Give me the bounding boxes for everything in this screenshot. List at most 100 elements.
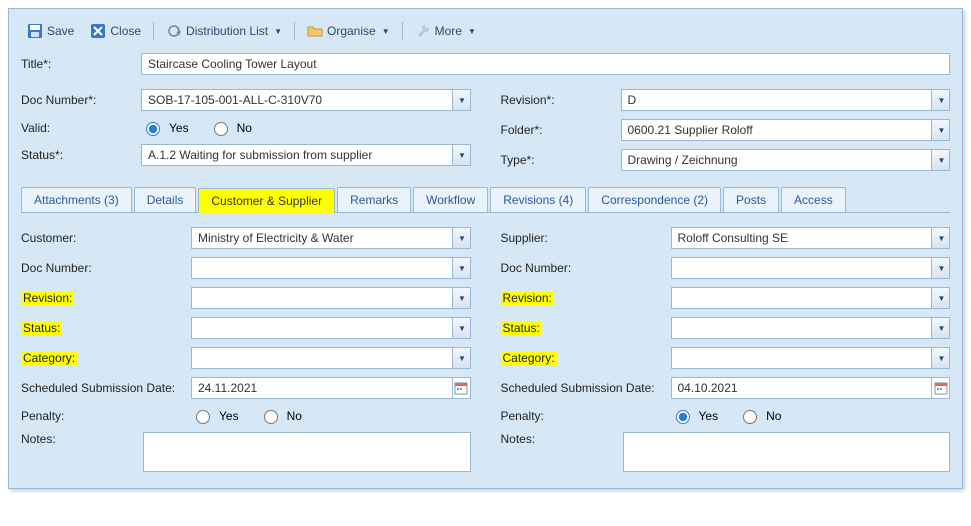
- doc-number-input[interactable]: [141, 89, 471, 111]
- supplier-status-input[interactable]: [671, 317, 951, 339]
- close-button[interactable]: Close: [84, 21, 147, 41]
- supplier-status-label: Status:: [501, 321, 671, 335]
- tab-workflow[interactable]: Workflow: [413, 187, 488, 212]
- status-label-top: Status*:: [21, 148, 141, 162]
- customer-docnum-input[interactable]: [191, 257, 471, 279]
- customer-sched-input[interactable]: [191, 377, 471, 399]
- supplier-penalty-yes-radio[interactable]: Yes: [671, 407, 719, 424]
- save-icon: [27, 23, 43, 39]
- supplier-docnum-input[interactable]: [671, 257, 951, 279]
- chevron-down-icon: ▼: [938, 294, 946, 303]
- tab-customer-supplier[interactable]: Customer & Supplier: [198, 188, 335, 213]
- tab-revisions[interactable]: Revisions (4): [490, 187, 586, 212]
- supplier-column: Supplier: ▼ Doc Number: ▼ Revision: ▼: [501, 223, 951, 476]
- main-panel: Save Close Distribution List ▼ Organise …: [8, 8, 963, 489]
- tab-remarks[interactable]: Remarks: [337, 187, 411, 212]
- chevron-down-icon: ▼: [458, 234, 466, 243]
- save-button[interactable]: Save: [21, 21, 80, 41]
- status-input-top[interactable]: [141, 144, 471, 166]
- docnum-label: Doc Number*:: [21, 93, 141, 107]
- chevron-down-icon: ▼: [458, 264, 466, 273]
- customer-category-dropdown[interactable]: ▼: [452, 348, 470, 368]
- supplier-penalty-label: Penalty:: [501, 409, 671, 423]
- distribution-icon: [166, 23, 182, 39]
- chevron-down-icon: ▼: [274, 27, 282, 36]
- customer-revision-input[interactable]: [191, 287, 471, 309]
- customer-dropdown[interactable]: ▼: [452, 228, 470, 248]
- tab-access[interactable]: Access: [781, 187, 846, 212]
- distribution-label: Distribution List: [186, 24, 268, 38]
- status-dropdown-top[interactable]: ▼: [452, 145, 470, 165]
- chevron-down-icon: ▼: [938, 156, 946, 165]
- customer-notes[interactable]: [143, 432, 470, 472]
- customer-status-dropdown[interactable]: ▼: [452, 318, 470, 338]
- chevron-down-icon: ▼: [938, 264, 946, 273]
- title-label: Title*:: [21, 57, 141, 71]
- customer-input[interactable]: [191, 227, 471, 249]
- tab-posts[interactable]: Posts: [723, 187, 779, 212]
- revision-dropdown-top[interactable]: ▼: [931, 90, 949, 110]
- customer-revision-dropdown[interactable]: ▼: [452, 288, 470, 308]
- valid-yes-radio[interactable]: Yes: [141, 119, 189, 136]
- wrench-icon: [415, 23, 431, 39]
- organise-label: Organise: [327, 24, 376, 38]
- supplier-revision-input[interactable]: [671, 287, 951, 309]
- chevron-down-icon: ▼: [458, 151, 466, 160]
- supplier-docnum-dropdown[interactable]: ▼: [931, 258, 949, 278]
- revision-input-top[interactable]: [621, 89, 951, 111]
- customer-docnum-label: Doc Number:: [21, 261, 191, 275]
- supplier-revision-dropdown[interactable]: ▼: [931, 288, 949, 308]
- chevron-down-icon: ▼: [458, 324, 466, 333]
- tab-details[interactable]: Details: [134, 187, 197, 212]
- customer-docnum-dropdown[interactable]: ▼: [452, 258, 470, 278]
- tab-bar: Attachments (3) Details Customer & Suppl…: [21, 187, 950, 213]
- chevron-down-icon: ▼: [938, 354, 946, 363]
- folder-input[interactable]: [621, 119, 951, 141]
- supplier-status-dropdown[interactable]: ▼: [931, 318, 949, 338]
- more-label: More: [435, 24, 462, 38]
- valid-label: Valid:: [21, 121, 141, 135]
- chevron-down-icon: ▼: [938, 234, 946, 243]
- toolbar: Save Close Distribution List ▼ Organise …: [21, 17, 950, 49]
- tab-attachments[interactable]: Attachments (3): [21, 187, 132, 212]
- type-input[interactable]: [621, 149, 951, 171]
- tab-correspondence[interactable]: Correspondence (2): [588, 187, 721, 212]
- supplier-input[interactable]: [671, 227, 951, 249]
- calendar-icon: [453, 380, 469, 396]
- supplier-category-input[interactable]: [671, 347, 951, 369]
- folder-dropdown[interactable]: ▼: [931, 120, 949, 140]
- type-dropdown[interactable]: ▼: [931, 150, 949, 170]
- distribution-list-button[interactable]: Distribution List ▼: [160, 21, 288, 41]
- valid-no-radio[interactable]: No: [209, 119, 252, 136]
- customer-revision-label: Revision:: [21, 291, 191, 305]
- customer-column: Customer: ▼ Doc Number: ▼ Revision: ▼: [21, 223, 471, 476]
- supplier-label: Supplier:: [501, 231, 671, 245]
- chevron-down-icon: ▼: [938, 96, 946, 105]
- customer-category-label: Category:: [21, 351, 191, 365]
- supplier-notes[interactable]: [623, 432, 950, 472]
- customer-sched-datepicker[interactable]: [452, 378, 470, 398]
- customer-penalty-label: Penalty:: [21, 409, 191, 423]
- chevron-down-icon: ▼: [938, 126, 946, 135]
- chevron-down-icon: ▼: [468, 27, 476, 36]
- organise-button[interactable]: Organise ▼: [301, 21, 396, 41]
- separator: [294, 22, 295, 40]
- supplier-category-label: Category:: [501, 351, 671, 365]
- customer-penalty-yes-radio[interactable]: Yes: [191, 407, 239, 424]
- customer-notes-label: Notes:: [21, 432, 143, 446]
- supplier-penalty-no-radio[interactable]: No: [738, 407, 781, 424]
- close-label: Close: [110, 24, 141, 38]
- close-icon: [90, 23, 106, 39]
- supplier-sched-datepicker[interactable]: [931, 378, 949, 398]
- supplier-category-dropdown[interactable]: ▼: [931, 348, 949, 368]
- doc-number-dropdown[interactable]: ▼: [452, 90, 470, 110]
- customer-status-input[interactable]: [191, 317, 471, 339]
- supplier-docnum-label: Doc Number:: [501, 261, 671, 275]
- customer-penalty-no-radio[interactable]: No: [259, 407, 302, 424]
- chevron-down-icon: ▼: [458, 354, 466, 363]
- customer-category-input[interactable]: [191, 347, 471, 369]
- supplier-dropdown[interactable]: ▼: [931, 228, 949, 248]
- title-input[interactable]: [141, 53, 950, 75]
- more-button[interactable]: More ▼: [409, 21, 482, 41]
- supplier-sched-input[interactable]: [671, 377, 951, 399]
